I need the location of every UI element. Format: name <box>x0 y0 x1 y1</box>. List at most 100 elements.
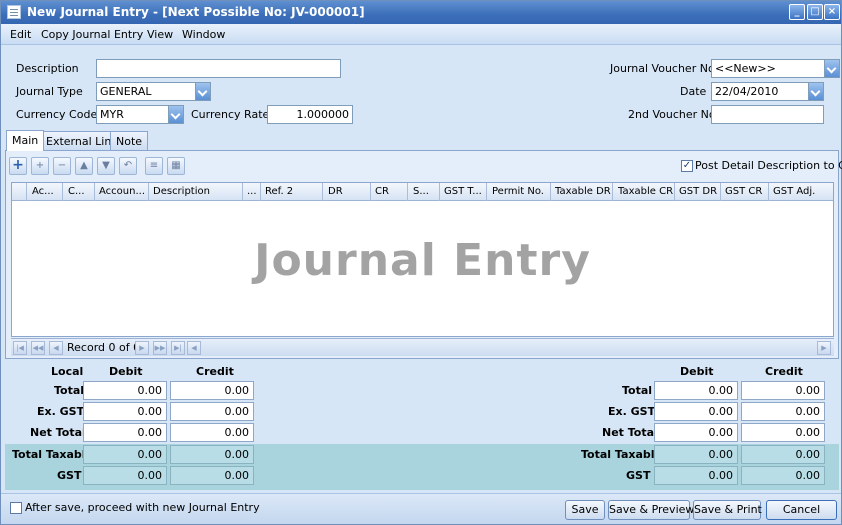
voucher-no-value: <<New>> <box>715 62 776 75</box>
total-debit-right: 0.00 <box>654 381 738 400</box>
last-record-icon[interactable]: ▶| <box>171 341 185 355</box>
net-total-debit-right: 0.00 <box>654 423 738 442</box>
maximize-button[interactable]: □ <box>807 4 823 20</box>
next-record-icon[interactable]: ▶ <box>135 341 149 355</box>
scroll-left-icon[interactable]: ◀ <box>187 341 201 355</box>
scroll-right-icon[interactable]: ▶ <box>817 341 831 355</box>
net-total-debit-left: 0.00 <box>83 423 167 442</box>
after-save-checkbox[interactable] <box>10 502 22 514</box>
currency-code-label: Currency Code: <box>16 108 101 121</box>
currency-rate-label: Currency Rate: <box>191 108 273 121</box>
credit-header-right: Credit <box>765 365 803 378</box>
column-header[interactable]: DR <box>328 186 368 197</box>
total-credit-right: 0.00 <box>741 381 825 400</box>
ex-gst-label-left: Ex. GST <box>37 405 85 418</box>
local-header: Local <box>51 365 84 378</box>
credit-header-left: Credit <box>196 365 234 378</box>
move-down-icon[interactable]: ▼ <box>97 157 115 175</box>
move-up-icon[interactable]: ▲ <box>75 157 93 175</box>
title-bar[interactable]: New Journal Entry - [Next Possible No: J… <box>1 1 841 24</box>
total-taxable-label-right: Total Taxable <box>581 448 663 461</box>
total-debit-left: 0.00 <box>83 381 167 400</box>
column-header[interactable]: Ref. 2 <box>265 186 323 197</box>
main-panel: + + − ▲ ▼ ↶ ≡ ▦ ✓ Post Detail Descriptio… <box>5 150 842 359</box>
column-header[interactable]: GST Adj. <box>773 186 829 197</box>
total-label-left: Total <box>54 384 85 397</box>
list-icon[interactable]: ≡ <box>145 157 163 175</box>
prev-record-icon[interactable]: ◀ <box>49 341 63 355</box>
gst-debit-left: 0.00 <box>83 466 167 485</box>
second-voucher-field[interactable] <box>711 105 824 124</box>
column-header[interactable]: Ac... <box>32 186 62 197</box>
total-taxable-credit-left: 0.00 <box>170 445 254 464</box>
save-preview-button[interactable]: Save & Preview <box>608 500 694 520</box>
next-page-icon[interactable]: ▶▶ <box>153 341 167 355</box>
document-icon <box>7 5 21 19</box>
column-header[interactable]: CR <box>375 186 405 197</box>
delete-row-icon[interactable]: − <box>53 157 71 175</box>
currency-code-select[interactable]: MYR <box>96 105 184 124</box>
ex-gst-label-right: Ex. GST <box>608 405 656 418</box>
save-button[interactable]: Save <box>565 500 605 520</box>
cancel-button[interactable]: Cancel <box>766 500 837 520</box>
journal-entry-window: New Journal Entry - [Next Possible No: J… <box>0 0 842 525</box>
menu-copy-journal-entry[interactable]: Copy Journal Entry <box>41 28 143 41</box>
total-label-right: Total <box>622 384 653 397</box>
insert-row-icon[interactable]: + <box>31 157 49 175</box>
voucher-no-select[interactable]: <<New>> <box>711 59 840 78</box>
post-detail-label: Post Detail Description to G/L <box>695 159 842 172</box>
watermark-text: Journal Entry <box>254 235 591 286</box>
column-header[interactable]: GST DR <box>679 186 719 197</box>
ex-gst-debit-right: 0.00 <box>654 402 738 421</box>
columns-icon[interactable]: ▦ <box>167 157 185 175</box>
menu-view[interactable]: View <box>147 28 173 41</box>
column-header[interactable]: ... <box>247 186 261 197</box>
date-picker[interactable]: 22/04/2010 <box>711 82 824 101</box>
footer-bar: After save, proceed with new Journal Ent… <box>1 493 841 524</box>
add-row-icon[interactable]: + <box>9 157 27 175</box>
save-print-button[interactable]: Save & Print <box>693 500 762 520</box>
net-total-credit-left: 0.00 <box>170 423 254 442</box>
column-header[interactable]: Taxable DR <box>555 186 613 197</box>
chevron-down-icon[interactable] <box>195 83 210 100</box>
column-header[interactable]: Description <box>153 186 241 197</box>
chevron-down-icon[interactable] <box>824 60 839 77</box>
currency-code-value: MYR <box>100 108 124 121</box>
journal-type-label: Journal Type <box>16 85 83 98</box>
close-button[interactable]: × <box>824 4 840 20</box>
post-detail-checkbox[interactable]: ✓ <box>681 160 693 172</box>
column-header[interactable]: S... <box>413 186 439 197</box>
net-total-credit-right: 0.00 <box>741 423 825 442</box>
undo-icon[interactable]: ↶ <box>119 157 137 175</box>
currency-rate-field[interactable]: 1.000000 <box>267 105 353 124</box>
column-header[interactable]: GST T... <box>444 186 488 197</box>
column-header[interactable]: C... <box>68 186 92 197</box>
column-header[interactable]: GST CR <box>725 186 765 197</box>
debit-header-left: Debit <box>109 365 143 378</box>
first-record-icon[interactable]: |◀ <box>13 341 27 355</box>
net-total-label-right: Net Total <box>602 426 658 439</box>
total-credit-left: 0.00 <box>170 381 254 400</box>
chevron-down-icon[interactable] <box>168 106 183 123</box>
column-header[interactable]: Accoun... <box>99 186 147 197</box>
total-taxable-debit-left: 0.00 <box>83 445 167 464</box>
tab-note[interactable]: Note <box>110 131 149 150</box>
total-taxable-label-left: Total Taxable <box>12 448 94 461</box>
chevron-down-icon[interactable] <box>808 83 823 100</box>
column-header[interactable]: Taxable CR <box>618 186 676 197</box>
description-field[interactable] <box>96 59 341 78</box>
column-header[interactable]: Permit No. <box>492 186 550 197</box>
tab-main[interactable]: Main <box>6 130 45 151</box>
gst-credit-left: 0.00 <box>170 466 254 485</box>
journal-type-select[interactable]: GENERAL <box>96 82 211 101</box>
detail-grid[interactable]: Ac... C... Accoun... Description ... Ref… <box>11 182 834 337</box>
prev-page-icon[interactable]: ◀◀ <box>31 341 45 355</box>
menu-edit[interactable]: Edit <box>10 28 31 41</box>
gst-label-right: GST <box>626 469 651 482</box>
menu-window[interactable]: Window <box>182 28 225 41</box>
ex-gst-debit-left: 0.00 <box>83 402 167 421</box>
description-label: Description <box>16 62 79 75</box>
ex-gst-credit-right: 0.00 <box>741 402 825 421</box>
total-taxable-credit-right: 0.00 <box>741 445 825 464</box>
minimize-button[interactable]: _ <box>789 4 805 20</box>
